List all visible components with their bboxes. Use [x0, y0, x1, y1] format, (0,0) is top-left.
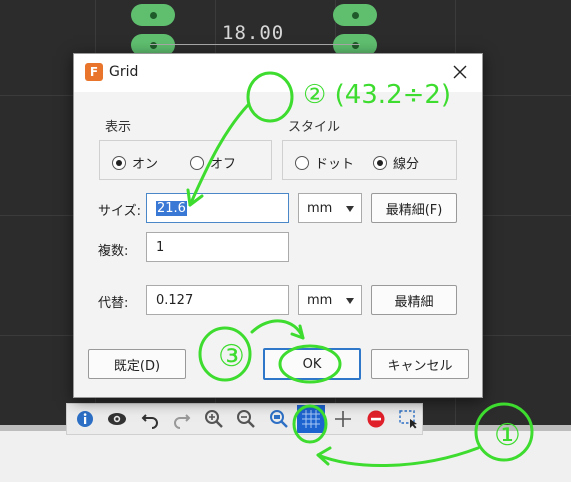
- radio-label: オフ: [210, 157, 237, 172]
- close-icon: [453, 65, 467, 79]
- radio-display-on[interactable]: オン: [112, 153, 158, 172]
- alternate-unit-select[interactable]: mm: [298, 285, 362, 315]
- zoom-in-button[interactable]: [200, 405, 228, 433]
- visibility-button[interactable]: [103, 405, 131, 433]
- dialog-titlebar: F Grid: [74, 54, 482, 92]
- radio-label: 線分: [393, 157, 420, 172]
- redo-button[interactable]: [168, 405, 196, 433]
- app-icon: F: [85, 63, 103, 81]
- crosshair-icon: [335, 411, 352, 427]
- info-button[interactable]: [71, 405, 99, 433]
- radio-display-off[interactable]: オフ: [190, 153, 236, 172]
- ok-button[interactable]: OK: [263, 348, 361, 380]
- zoom-out-button[interactable]: [232, 405, 260, 433]
- alternate-finest-button[interactable]: 最精細: [371, 285, 457, 315]
- close-button[interactable]: [450, 62, 470, 82]
- radio-label: オン: [132, 157, 159, 172]
- pad[interactable]: [131, 4, 175, 26]
- radio-label: ドット: [315, 157, 355, 172]
- zoom-in-icon: [205, 410, 224, 428]
- alternate-unit-value: mm: [307, 292, 333, 308]
- grid-dialog: F Grid 表示 オン オフ スタイル ドット 線分 サイズ: 21.6 mm: [73, 53, 483, 398]
- default-button[interactable]: 既定(D): [88, 349, 186, 379]
- display-group: オン オフ: [99, 140, 272, 180]
- undo-icon: [141, 414, 158, 429]
- radio-indicator: [295, 155, 309, 170]
- dimension-line: [150, 44, 360, 45]
- zoom-fit-button[interactable]: [265, 405, 293, 433]
- selection-box-icon: [399, 410, 417, 429]
- dialog-title: Grid: [109, 64, 139, 80]
- grid-icon: [301, 410, 320, 428]
- zoom-out-icon: [237, 410, 256, 428]
- cancel-button[interactable]: キャンセル: [371, 349, 469, 379]
- chevron-down-icon: [346, 298, 354, 304]
- undo-button[interactable]: [136, 405, 164, 433]
- eye-icon: [108, 413, 127, 425]
- stop-button[interactable]: [361, 405, 389, 433]
- radio-indicator: [373, 155, 387, 170]
- stop-icon: [367, 410, 385, 428]
- multiple-label: 複数:: [98, 244, 129, 259]
- pad[interactable]: [333, 4, 377, 26]
- multiple-value: 1: [156, 239, 165, 255]
- chevron-down-icon: [346, 206, 354, 212]
- style-group: ドット 線分: [282, 140, 457, 180]
- size-unit-select[interactable]: mm: [298, 193, 362, 223]
- radio-style-line[interactable]: 線分: [373, 153, 419, 172]
- alternate-value: 0.127: [156, 292, 194, 308]
- size-finest-button[interactable]: 最精細(F): [371, 193, 457, 223]
- multiple-input[interactable]: 1: [146, 232, 289, 262]
- info-icon: [77, 411, 94, 427]
- select-button[interactable]: [394, 405, 422, 433]
- alternate-input[interactable]: 0.127: [146, 285, 289, 315]
- zoom-fit-icon: [269, 410, 288, 428]
- display-group-label: 表示: [105, 120, 132, 135]
- size-label: サイズ:: [98, 204, 141, 219]
- size-value: 21.6: [156, 200, 187, 216]
- size-input[interactable]: 21.6: [146, 193, 289, 223]
- radio-indicator: [190, 155, 204, 170]
- radio-style-dot[interactable]: ドット: [295, 153, 354, 172]
- redo-icon: [173, 414, 191, 429]
- style-group-label: スタイル: [288, 120, 341, 135]
- radio-indicator: [112, 155, 126, 170]
- dimension-label: 18.00: [222, 22, 285, 44]
- alternate-label: 代替:: [98, 296, 129, 311]
- grid-button[interactable]: [296, 405, 326, 433]
- size-unit-value: mm: [307, 200, 333, 216]
- bottom-toolbar: [66, 403, 423, 435]
- crosshair-button[interactable]: [329, 405, 357, 433]
